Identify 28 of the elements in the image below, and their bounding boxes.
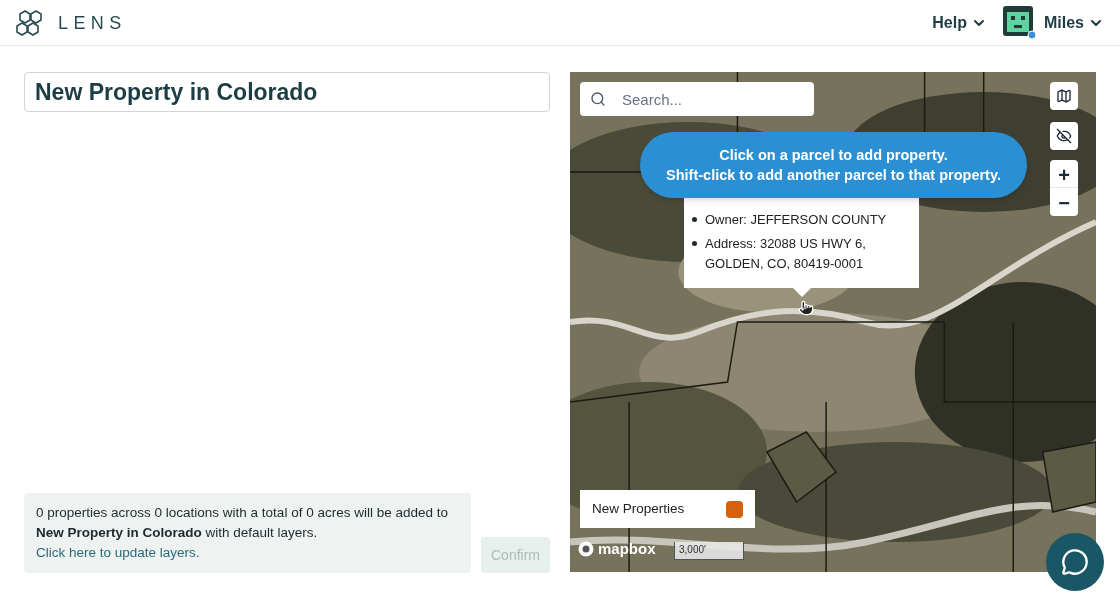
map-icon — [1056, 88, 1072, 104]
help-menu[interactable]: Help — [932, 10, 987, 35]
bullet-icon — [692, 217, 697, 222]
mapbox-logo-icon — [578, 540, 594, 557]
property-title-field[interactable]: New Property in Colorado — [24, 72, 550, 112]
pointer-icon — [798, 300, 814, 316]
search-icon — [590, 91, 606, 107]
hide-layers-button[interactable] — [1050, 122, 1078, 150]
zoom-out-button[interactable]: − — [1050, 188, 1078, 216]
user-menu[interactable]: Miles — [1003, 6, 1104, 39]
avatar-icon[interactable] — [1003, 6, 1036, 39]
hint-text: Click on a parcel to add property. — [719, 146, 948, 165]
chat-bubble-icon — [1061, 548, 1089, 576]
eye-off-icon — [1056, 128, 1072, 144]
map-style-button[interactable] — [1050, 82, 1078, 110]
chat-button[interactable] — [1046, 533, 1104, 591]
logo-text: LENS — [58, 11, 127, 35]
update-layers-link[interactable]: Click here to update layers. — [36, 545, 200, 560]
popup-detail: Owner: JEFFERSON COUNTY — [705, 211, 887, 229]
hint-text: Shift-click to add another parcel to that property. — [666, 166, 1001, 185]
popup-detail: Address: 32088 US HWY 6, GOLDEN, CO, 80419-0001 — [705, 235, 867, 273]
zoom-in-button[interactable]: + — [1050, 160, 1078, 188]
attribution-text: mapbox — [598, 538, 656, 559]
search-field[interactable]: Search... — [580, 82, 814, 116]
scale-bar: 3,000′ — [674, 542, 744, 560]
bullet-icon — [692, 241, 697, 246]
legend-label: New Properties — [592, 499, 685, 518]
summary-text: 0 properties across 0 locations with a total of 0 acres will be added to New Property in Colorado with default layers. — [36, 505, 448, 540]
